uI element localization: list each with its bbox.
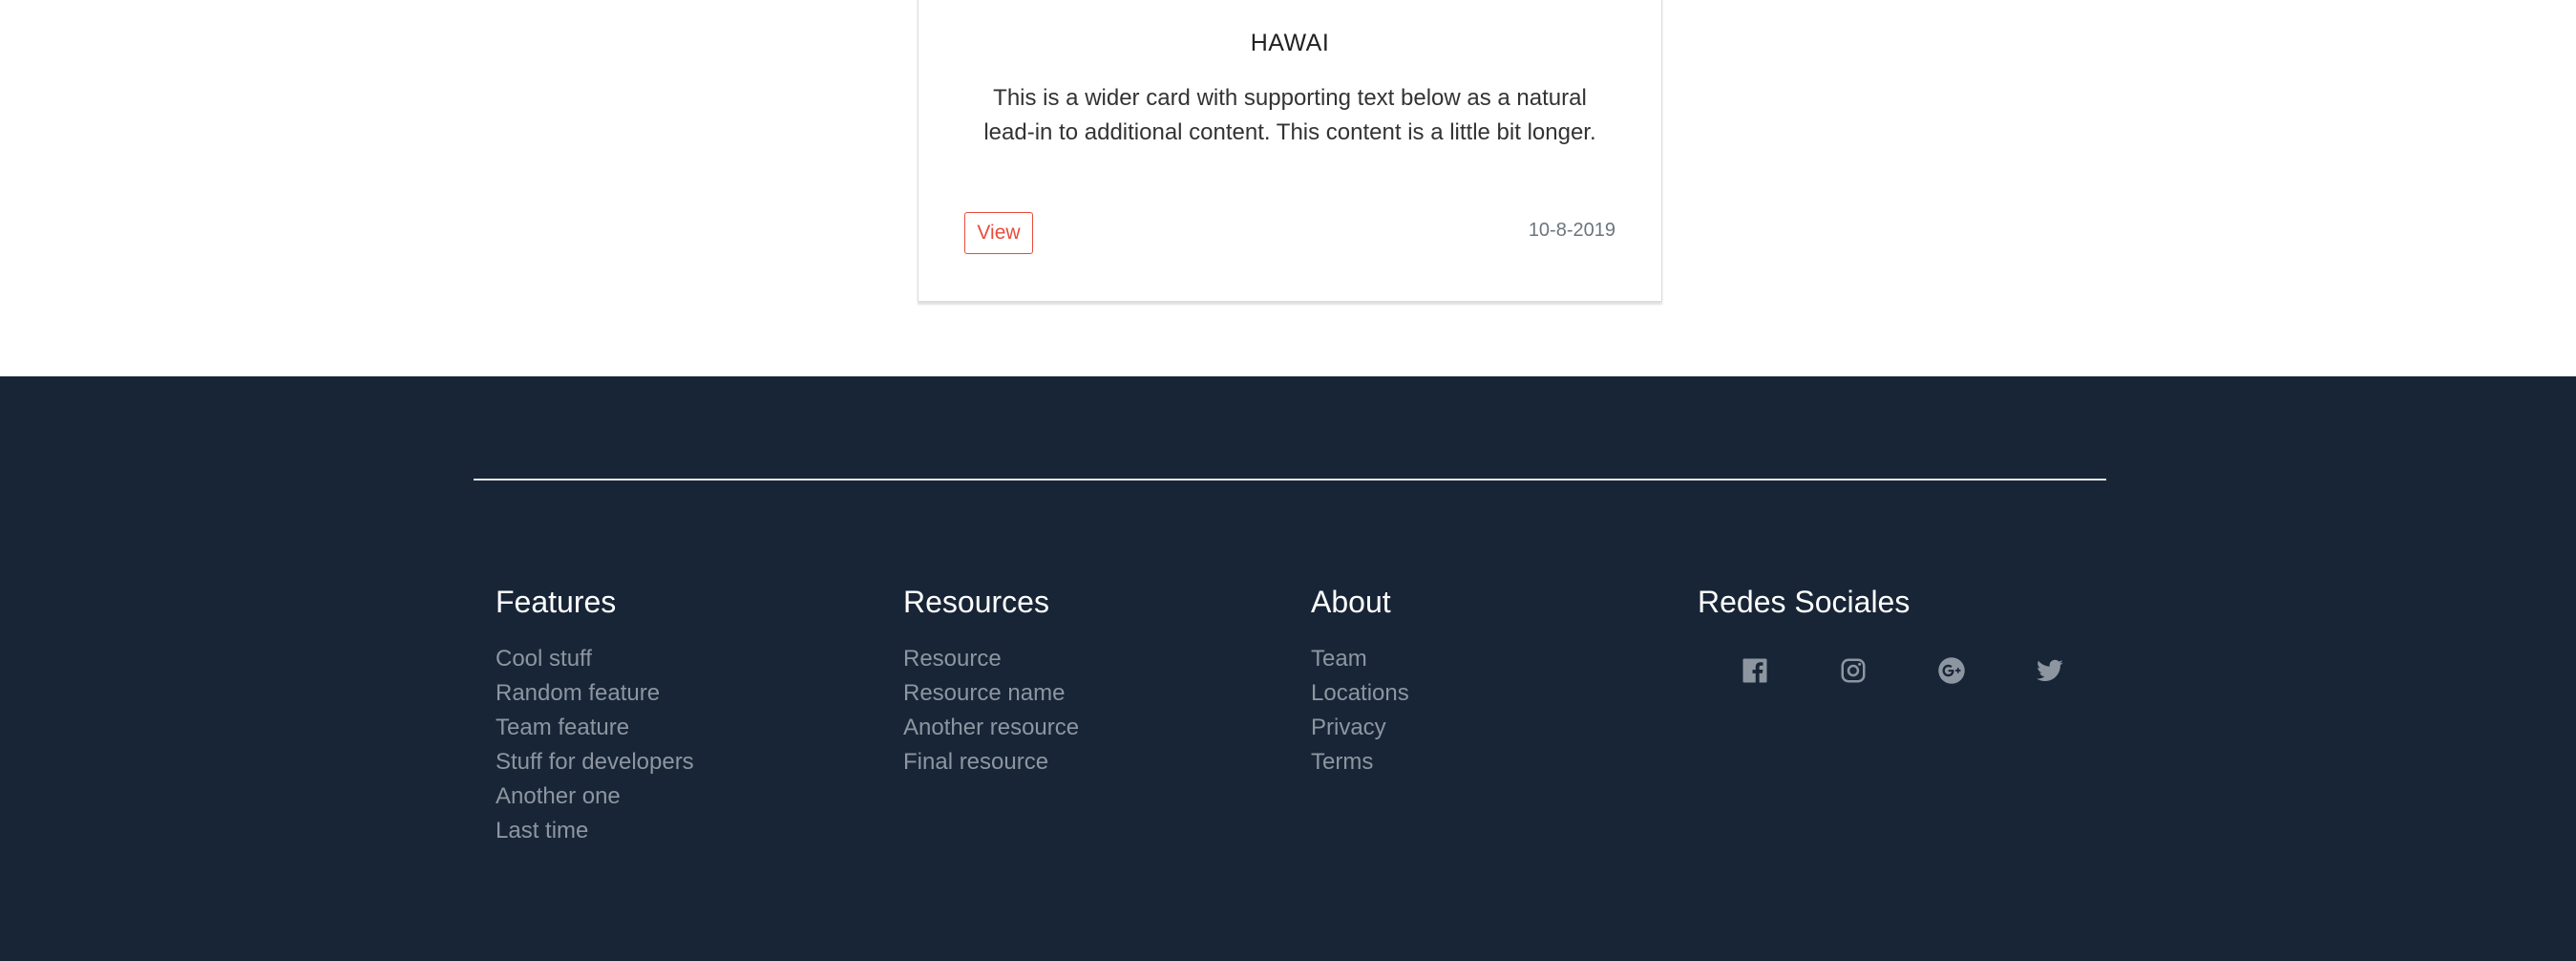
footer-link[interactable]: Privacy: [1311, 711, 1409, 745]
footer-link[interactable]: Cool stuff: [496, 642, 694, 676]
google-plus-icon[interactable]: [1936, 655, 1967, 686]
instagram-icon[interactable]: [1838, 655, 1869, 686]
footer-link[interactable]: Last time: [496, 814, 694, 848]
card-title: HAWAI: [1250, 30, 1330, 56]
footer-link[interactable]: Resource name: [903, 676, 1079, 711]
footer-divider: [474, 479, 2106, 480]
social-heading: Redes Sociales: [1698, 585, 1911, 619]
features-heading: Features: [496, 585, 617, 619]
footer: Features Cool stuff Random feature Team …: [0, 376, 2576, 961]
social-icons: [1740, 655, 2133, 686]
footer-column-features: Features Cool stuff Random feature Team …: [496, 583, 694, 848]
footer-link[interactable]: Final resource: [903, 745, 1079, 779]
footer-link[interactable]: Another resource: [903, 711, 1079, 745]
footer-column-about: About Team Locations Privacy Terms: [1311, 583, 1409, 779]
footer-link[interactable]: Team feature: [496, 711, 694, 745]
destination-card: HAWAI This is a wider card with supporti…: [918, 0, 1662, 302]
card-text: This is a wider card with supporting tex…: [983, 85, 1596, 145]
twitter-icon[interactable]: [2035, 655, 2065, 686]
footer-link[interactable]: Random feature: [496, 676, 694, 711]
footer-link[interactable]: Another one: [496, 779, 694, 814]
card-date: 10-8-2019: [1528, 220, 1615, 241]
footer-link[interactable]: Terms: [1311, 745, 1409, 779]
footer-link[interactable]: Team: [1311, 642, 1409, 676]
content-section: HAWAI This is a wider card with supporti…: [0, 0, 2576, 376]
resources-heading: Resources: [903, 585, 1049, 619]
footer-link[interactable]: Locations: [1311, 676, 1409, 711]
about-heading: About: [1311, 585, 1391, 619]
view-button[interactable]: View: [964, 212, 1033, 254]
footer-link[interactable]: Stuff for developers: [496, 745, 694, 779]
footer-column-resources: Resources Resource Resource name Another…: [903, 583, 1079, 779]
footer-link[interactable]: Resource: [903, 642, 1079, 676]
footer-column-social: Redes Sociales: [1698, 583, 2063, 684]
facebook-icon[interactable]: [1740, 655, 1770, 686]
